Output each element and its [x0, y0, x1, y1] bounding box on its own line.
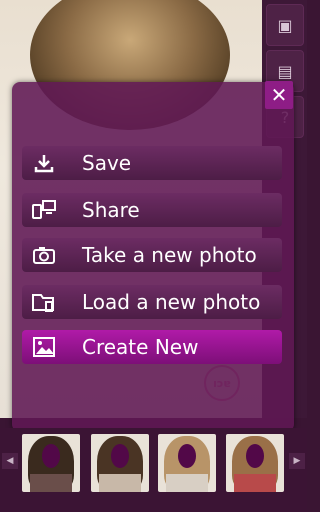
hairstyle-thumbnail[interactable]: [158, 434, 216, 492]
scroll-left-icon[interactable]: ◀: [2, 453, 18, 469]
create-new-label: Create New: [82, 335, 199, 359]
share-label: Share: [82, 198, 140, 222]
create-new-button[interactable]: Create New: [22, 330, 282, 364]
load-photo-label: Load a new photo: [82, 290, 261, 314]
close-icon[interactable]: ✕: [265, 81, 293, 109]
share-button[interactable]: Share: [22, 193, 282, 227]
load-photo-button[interactable]: Load a new photo: [22, 285, 282, 319]
save-button[interactable]: Save: [22, 146, 282, 180]
save-label: Save: [82, 151, 132, 175]
image-icon: [22, 336, 66, 358]
download-icon: [22, 152, 66, 174]
camera-icon: [22, 245, 66, 265]
folder-icon: [22, 290, 66, 314]
hairstyle-thumbnail[interactable]: [22, 434, 80, 492]
take-photo-label: Take a new photo: [82, 243, 257, 267]
layers-icon[interactable]: ▣: [266, 4, 304, 46]
hairstyle-thumbnail[interactable]: [91, 434, 149, 492]
take-photo-button[interactable]: Take a new photo: [22, 238, 282, 272]
share-devices-icon: [22, 199, 66, 221]
scroll-right-icon[interactable]: ▶: [289, 453, 305, 469]
hairstyle-thumbnail[interactable]: [226, 434, 284, 492]
